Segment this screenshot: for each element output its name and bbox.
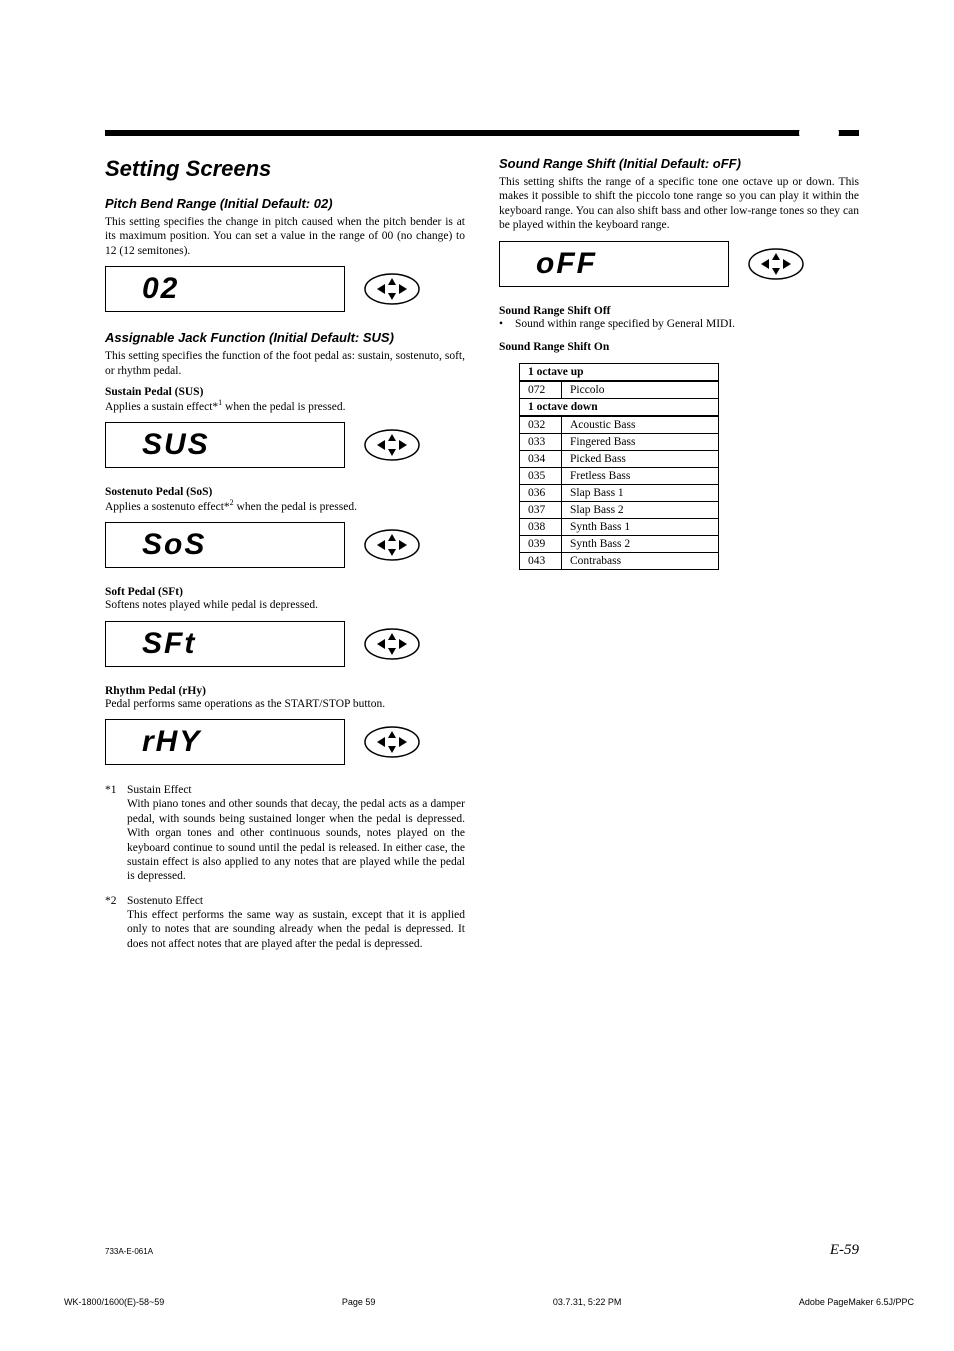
footnote-2: *2 Sostenuto Effect This effect performs… [105,894,465,952]
table-row: 036Slap Bass 1 [520,484,719,501]
footer: WK-1800/1600(E)-58~59 Page 59 03.7.31, 5… [64,1297,914,1307]
sustain-desc: Applies a sustain effect*1 when the peda… [105,398,465,414]
jack-desc: This setting specifies the function of t… [105,349,465,378]
table-row: 035Fretless Bass [520,467,719,484]
srs-off-title: Sound Range Shift Off [499,305,859,317]
pitch-bend-desc: This setting specifies the change in pit… [105,215,465,258]
sostenuto-title: Sostenuto Pedal (SoS) [105,486,465,498]
soft-display: SFt [105,621,345,667]
footer-date: 03.7.31, 5:22 PM [553,1297,622,1307]
left-column: Setting Screens Pitch Bend Range (Initia… [105,156,465,961]
table-row: 043Contrabass [520,552,719,569]
srs-off-desc: • Sound within range specified by Genera… [499,317,859,331]
table-row: 032Acoustic Bass [520,416,719,434]
rhythm-title: Rhythm Pedal (rHy) [105,685,465,697]
soft-title: Soft Pedal (SFt) [105,586,465,598]
sound-range-table: 1 octave up 072Piccolo 1 octave down 032… [519,363,719,570]
rhythm-desc: Pedal performs same operations as the ST… [105,697,465,711]
footnote-1: *1 Sustain Effect With piano tones and o… [105,783,465,884]
pitch-bend-heading: Pitch Bend Range (Initial Default: 02) [105,196,465,211]
sustain-title: Sustain Pedal (SUS) [105,386,465,398]
table-row: 033Fingered Bass [520,433,719,450]
table-row: 037Slap Bass 2 [520,501,719,518]
table-row: 034Picked Bass [520,450,719,467]
footer-app: Adobe PageMaker 6.5J/PPC [799,1297,914,1307]
jack-heading: Assignable Jack Function (Initial Defaul… [105,330,465,345]
soft-desc: Softens notes played while pedal is depr… [105,598,465,612]
sostenuto-desc: Applies a sostenuto effect*2 when the pe… [105,498,465,514]
doc-reference: 733A-E-061A [105,1247,153,1256]
table-row: 038Synth Bass 1 [520,518,719,535]
cursor-arrows-icon [363,528,421,562]
sustain-display: SUS [105,422,345,468]
sound-range-heading: Sound Range Shift (Initial Default: oFF) [499,156,859,171]
table-row: 072Piccolo [520,381,719,399]
page-number: E-59 [830,1242,859,1259]
pitch-bend-display: 02 [105,266,345,312]
sostenuto-display: SoS [105,522,345,568]
footer-filename: WK-1800/1600(E)-58~59 [64,1297,164,1307]
section-title: Setting Screens [105,156,465,182]
header-rule [105,130,859,136]
cursor-arrows-icon [363,428,421,462]
footer-page: Page 59 [342,1297,376,1307]
rhythm-display: rHY [105,719,345,765]
cursor-arrows-icon [363,272,421,306]
cursor-arrows-icon [363,627,421,661]
srs-on-title: Sound Range Shift On [499,341,859,353]
cursor-arrows-icon [747,247,805,281]
cursor-arrows-icon [363,725,421,759]
table-row: 039Synth Bass 2 [520,535,719,552]
sound-range-desc: This setting shifts the range of a speci… [499,175,859,233]
right-column: Sound Range Shift (Initial Default: oFF)… [499,156,859,961]
sound-range-display: oFF [499,241,729,287]
